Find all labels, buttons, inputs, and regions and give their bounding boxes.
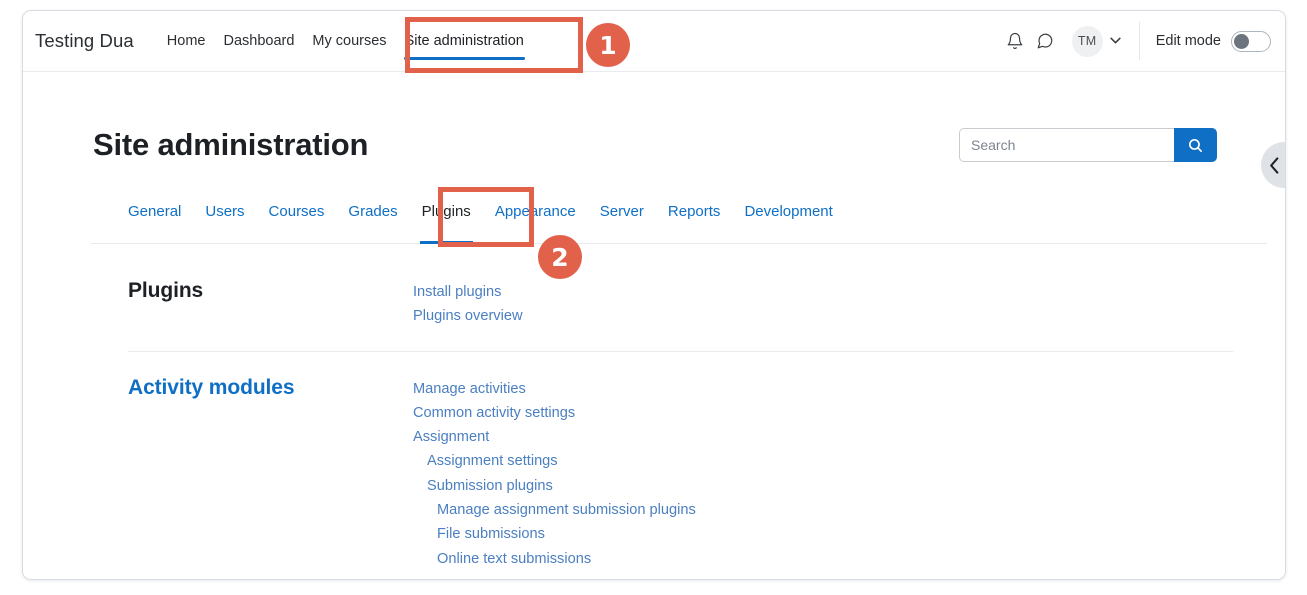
admin-sections: Plugins Install plugins Plugins overview… [128, 277, 1233, 580]
link-manage-assignment-submission-plugins[interactable]: Manage assignment submission plugins [413, 498, 1233, 522]
edit-mode-toggle[interactable]: Edit mode [1156, 31, 1271, 52]
nav-item-my-courses[interactable]: My courses [303, 11, 395, 71]
tab-development[interactable]: Development [732, 198, 844, 244]
tab-grades-label: Grades [348, 203, 397, 220]
link-assignment[interactable]: Assignment [413, 425, 1233, 449]
link-file-submissions[interactable]: File submissions [413, 522, 1233, 546]
avatar[interactable]: TM [1072, 26, 1103, 57]
nav-item-my-courses-label: My courses [312, 33, 386, 49]
nav-item-home[interactable]: Home [158, 11, 215, 71]
link-plugins-overview[interactable]: Plugins overview [413, 304, 1233, 328]
link-online-text-submissions[interactable]: Online text submissions [413, 547, 1233, 571]
tab-server-label: Server [600, 203, 644, 220]
link-install-plugins[interactable]: Install plugins [413, 280, 1233, 304]
top-navbar: Testing Dua Home Dashboard My courses Si… [23, 11, 1285, 72]
tab-courses-label: Courses [269, 203, 325, 220]
section-plugins: Plugins Install plugins Plugins overview [128, 277, 1233, 351]
active-nav-underline [404, 57, 525, 60]
search-input[interactable] [959, 128, 1174, 162]
tab-reports[interactable]: Reports [656, 198, 733, 244]
link-submission-plugins[interactable]: Submission plugins [413, 474, 1233, 498]
nav-item-site-administration-label: Site administration [405, 33, 524, 49]
chevron-down-icon[interactable] [1110, 35, 1121, 47]
navbar-right-cluster: TM Edit mode [1000, 11, 1285, 71]
page-header-row: Site administration [93, 127, 1217, 163]
tab-grades[interactable]: Grades [336, 198, 409, 244]
nav-item-dashboard[interactable]: Dashboard [214, 11, 303, 71]
site-brand[interactable]: Testing Dua [35, 30, 134, 52]
bell-icon[interactable] [1000, 26, 1030, 56]
site-admin-search [959, 128, 1217, 162]
edit-mode-switch-knob [1234, 34, 1249, 49]
tab-users[interactable]: Users [193, 198, 256, 244]
link-common-activity-settings[interactable]: Common activity settings [413, 401, 1233, 425]
tab-plugins-label: Plugins [422, 203, 471, 220]
primary-nav: Home Dashboard My courses Site administr… [158, 11, 533, 71]
tab-general[interactable]: General [116, 198, 193, 244]
section-activity-modules-title: Activity modules [128, 374, 413, 400]
search-button[interactable] [1174, 128, 1217, 162]
section-activity-modules-links: Manage activities Common activity settin… [413, 374, 1233, 571]
nav-item-dashboard-label: Dashboard [223, 33, 294, 49]
nav-item-home-label: Home [167, 33, 206, 49]
tab-development-label: Development [744, 203, 832, 220]
browser-window: Testing Dua Home Dashboard My courses Si… [22, 10, 1286, 580]
site-admin-tabs: General Users Courses Grades Plugins App… [91, 198, 1267, 244]
avatar-initials: TM [1078, 34, 1097, 48]
tab-general-label: General [128, 203, 181, 220]
page-title: Site administration [93, 127, 368, 163]
section-plugins-links: Install plugins Plugins overview [413, 277, 1233, 329]
tab-users-label: Users [205, 203, 244, 220]
tab-server[interactable]: Server [588, 198, 656, 244]
tab-reports-label: Reports [668, 203, 721, 220]
section-activity-modules: Activity modules Manage activities Commo… [128, 351, 1233, 580]
tab-appearance-label: Appearance [495, 203, 576, 220]
chat-bubble-icon[interactable] [1030, 26, 1060, 56]
section-plugins-title: Plugins [128, 277, 413, 303]
nav-item-site-administration[interactable]: Site administration [396, 11, 533, 71]
tab-appearance[interactable]: Appearance [483, 198, 588, 244]
navbar-divider [1139, 22, 1140, 60]
link-assignment-settings[interactable]: Assignment settings [413, 449, 1233, 473]
chevron-left-icon[interactable] [1261, 142, 1286, 188]
link-manage-activities[interactable]: Manage activities [413, 377, 1233, 401]
tab-courses[interactable]: Courses [257, 198, 337, 244]
page-content: Site administration General Users C [23, 72, 1285, 579]
edit-mode-label: Edit mode [1156, 33, 1221, 49]
tab-plugins[interactable]: Plugins [410, 198, 483, 244]
edit-mode-switch[interactable] [1231, 31, 1271, 52]
active-tab-underline [420, 241, 473, 244]
